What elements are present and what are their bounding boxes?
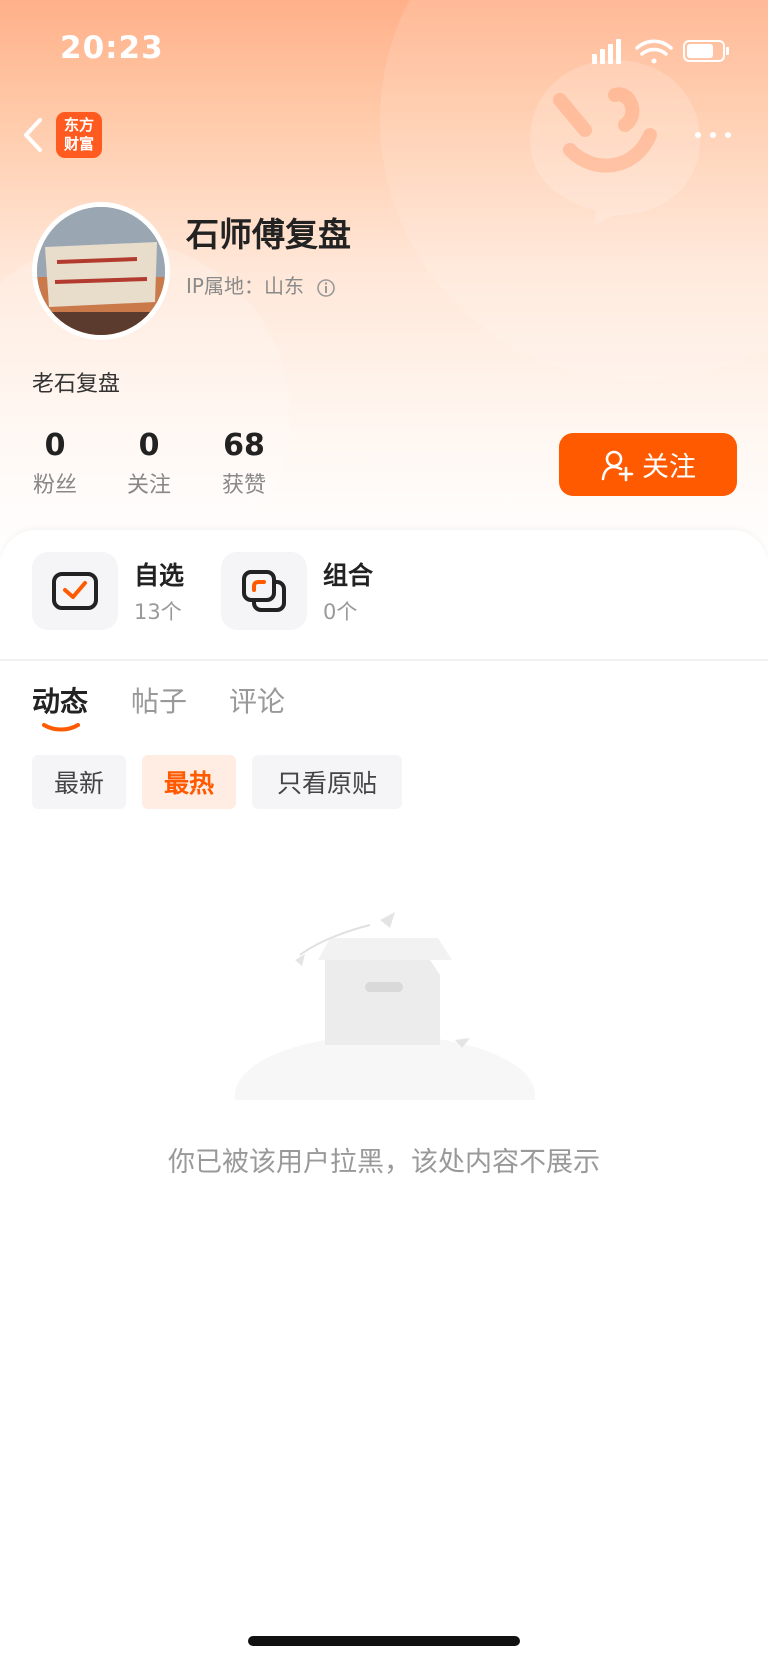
- home-indicator[interactable]: [248, 1636, 520, 1646]
- empty-box-illustration: [235, 912, 535, 1100]
- shortcut-watchlist[interactable]: 自选 13个: [32, 552, 212, 630]
- active-tab-indicator: [42, 723, 80, 732]
- portfolio-icon-box: [221, 552, 307, 630]
- follow-button[interactable]: 关注: [559, 433, 737, 496]
- profile-bio: 老石复盘: [32, 372, 121, 397]
- status-time: 20:23: [60, 30, 164, 66]
- stat-following[interactable]: 0 关注: [124, 428, 174, 499]
- stat-value: 0: [138, 428, 160, 463]
- info-icon[interactable]: [316, 278, 336, 298]
- checkbox-icon: [52, 572, 98, 610]
- wifi-icon: [635, 39, 673, 64]
- stat-fans[interactable]: 0 粉丝: [30, 428, 80, 499]
- tab-comments[interactable]: 评论: [229, 680, 285, 720]
- stat-likes[interactable]: 68 获赞: [218, 428, 270, 499]
- tab-posts[interactable]: 帖子: [131, 680, 187, 720]
- status-icons: [592, 39, 729, 64]
- ip-location: IP属地：山东: [186, 274, 304, 298]
- ip-location-row: IP属地：山东: [186, 270, 336, 299]
- top-nav: 东方 财富: [0, 100, 768, 180]
- stat-value: 0: [44, 428, 66, 463]
- portfolio-icon: [242, 570, 286, 612]
- shortcut-title: 自选: [134, 561, 185, 590]
- status-bar: 20:23: [0, 0, 768, 100]
- stat-label: 粉丝: [32, 473, 77, 498]
- app-logo-line2: 财富: [63, 135, 94, 153]
- avatar[interactable]: [32, 202, 170, 340]
- signal-icon: [592, 39, 621, 64]
- more-options-icon[interactable]: [688, 120, 738, 150]
- add-user-icon: [601, 450, 634, 481]
- watchlist-icon-box: [32, 552, 118, 630]
- follow-label: 关注: [642, 452, 696, 483]
- filter-hottest[interactable]: 最热: [142, 755, 236, 809]
- back-arrow-icon[interactable]: [14, 110, 54, 160]
- battery-icon: [683, 40, 729, 62]
- shortcut-title: 组合: [323, 561, 374, 590]
- app-logo[interactable]: 东方 财富: [56, 112, 102, 158]
- stat-label: 关注: [126, 473, 171, 498]
- filter-original-only[interactable]: 只看原贴: [252, 755, 402, 809]
- stat-label: 获赞: [221, 473, 266, 498]
- filter-latest[interactable]: 最新: [32, 755, 126, 809]
- profile-name: 石师傅复盘: [186, 215, 351, 254]
- shortcut-portfolio[interactable]: 组合 0个: [221, 552, 401, 630]
- section-divider: [0, 659, 768, 661]
- app-logo-line1: 东方: [63, 116, 94, 134]
- stat-value: 68: [223, 428, 265, 463]
- shortcut-count: 0个: [323, 600, 358, 624]
- tab-activity[interactable]: 动态: [32, 680, 88, 720]
- blocked-message: 你已被该用户拉黑，该处内容不展示: [168, 1147, 600, 1178]
- avatar-image: [37, 207, 165, 335]
- shortcut-count: 13个: [134, 600, 182, 624]
